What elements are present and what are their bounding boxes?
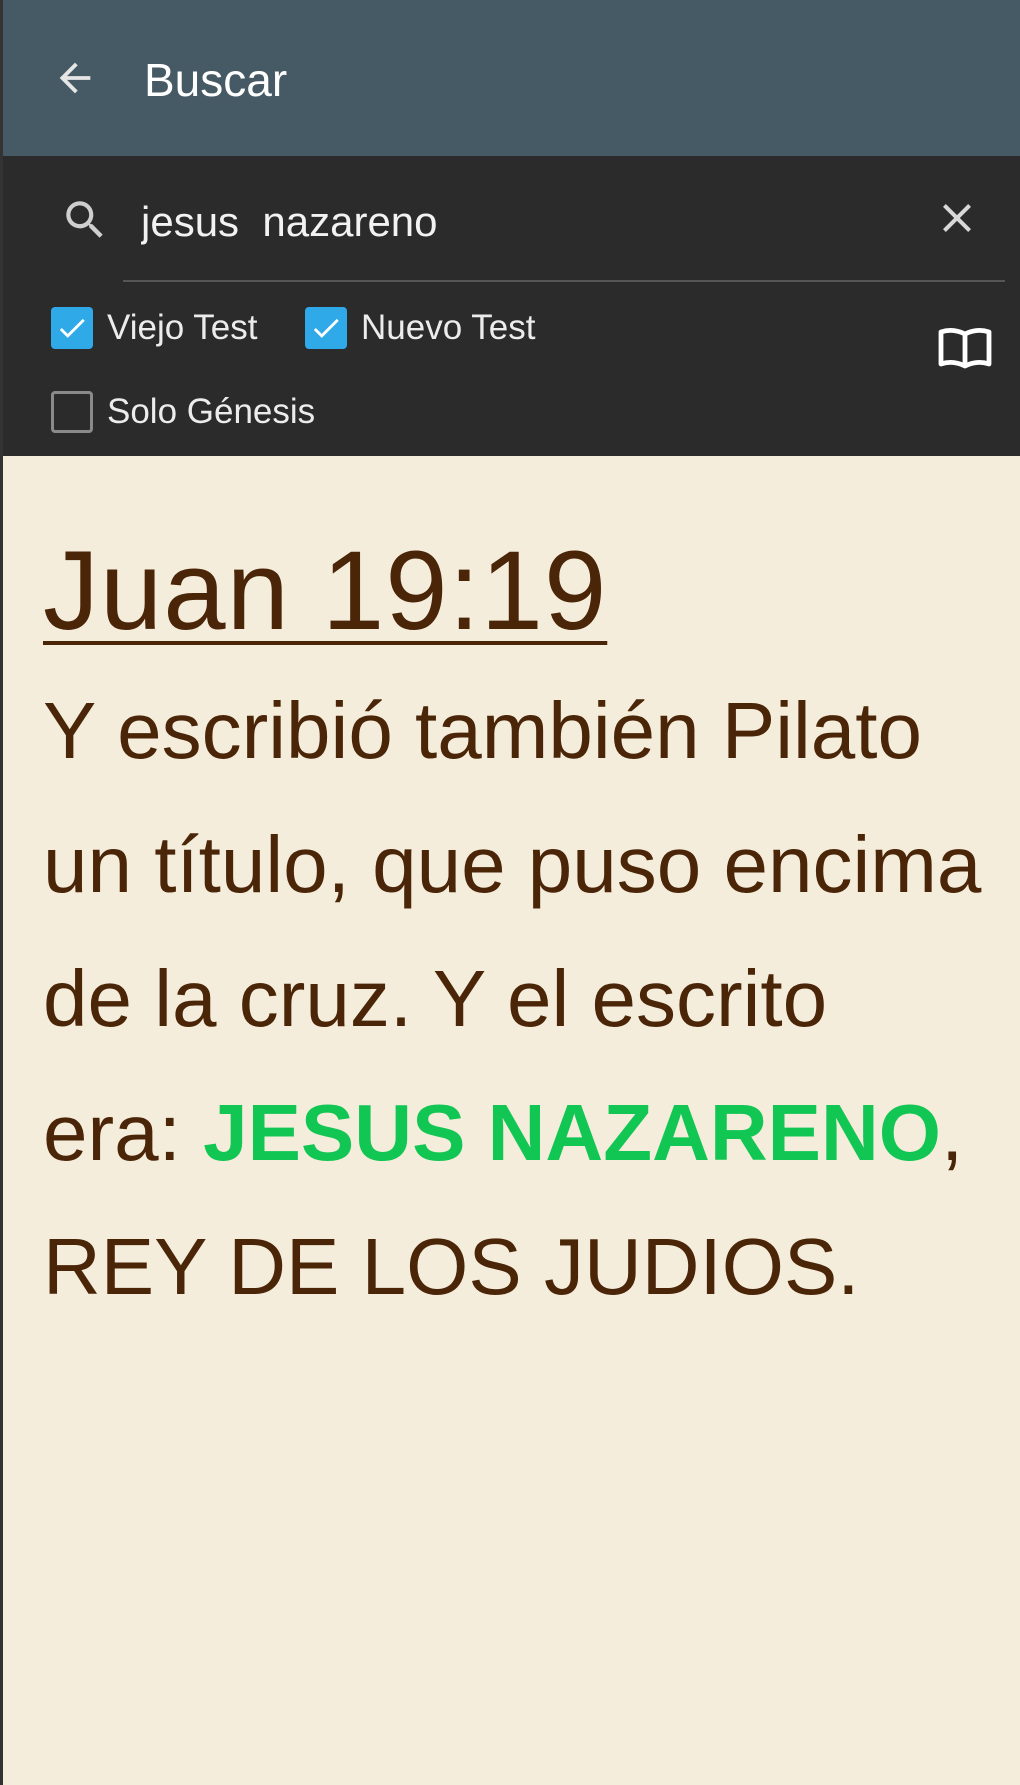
- checkmark-icon: [59, 318, 85, 338]
- search-underline: [123, 280, 1005, 282]
- page-title: Buscar: [144, 54, 288, 106]
- filter-new-testament[interactable]: Nuevo Test: [305, 306, 535, 350]
- open-book-icon: [938, 328, 992, 369]
- genesis-only-label: Solo Génesis: [107, 392, 316, 431]
- verse-text: Y escribió también Pilato un título, que…: [43, 664, 983, 1334]
- filter-genesis-only[interactable]: Solo Génesis: [51, 390, 315, 434]
- new-testament-checkbox[interactable]: [305, 307, 347, 349]
- highlighted-match: JESUS NAZARENO: [203, 1088, 941, 1177]
- filter-old-testament[interactable]: Viejo Test: [51, 306, 257, 350]
- search-input[interactable]: [141, 194, 901, 250]
- arrow-left-icon: [59, 62, 91, 94]
- new-testament-label: Nuevo Test: [361, 308, 536, 347]
- back-button[interactable]: [43, 46, 107, 110]
- search-result: Juan 19:19 Y escribió también Pilato un …: [0, 456, 1020, 1785]
- search-icon: [55, 190, 115, 250]
- old-testament-checkbox[interactable]: [51, 307, 93, 349]
- genesis-only-checkbox[interactable]: [51, 391, 93, 433]
- checkmark-icon: [313, 318, 339, 338]
- book-button[interactable]: [933, 316, 997, 380]
- app-bar: Buscar: [0, 0, 1020, 156]
- verse-reference-link[interactable]: Juan 19:19: [43, 526, 607, 656]
- close-icon: [943, 204, 971, 232]
- search-panel: Viejo Test Nuevo Test Solo Génesis: [0, 156, 1020, 456]
- clear-search-button[interactable]: [925, 186, 989, 250]
- old-testament-label: Viejo Test: [107, 308, 258, 347]
